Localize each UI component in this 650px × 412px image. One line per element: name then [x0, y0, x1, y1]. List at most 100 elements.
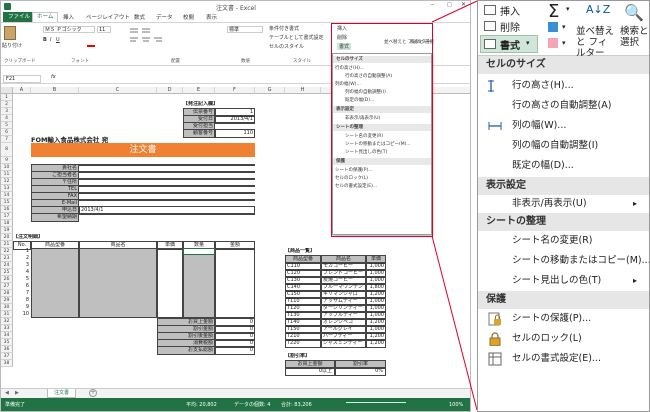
table-format-button[interactable]: テーブルとして書式設定 [269, 34, 324, 41]
tab-formulas[interactable]: 数式 [134, 13, 145, 21]
autosum-dropdown-icon[interactable]: ▾ [566, 5, 570, 13]
delete-cells-icon[interactable] [484, 21, 496, 31]
tab-page-layout[interactable]: ページレイアウト [86, 13, 130, 21]
row-header[interactable]: 30 [1, 304, 13, 311]
row-header[interactable]: 3 [1, 108, 13, 115]
active-cell[interactable] [183, 248, 215, 255]
row-header[interactable]: 28 [1, 290, 13, 297]
bold-button[interactable]: B [43, 37, 47, 43]
font-color-icon[interactable] [87, 45, 95, 47]
row-header[interactable]: 2 [1, 101, 13, 108]
name-box[interactable]: F21 [3, 75, 41, 83]
row-header[interactable]: 6 [1, 129, 13, 136]
font-name-select[interactable]: ＭＳ Ｐゴシック [43, 26, 95, 33]
row-header[interactable]: 38 [1, 360, 13, 367]
tab-home[interactable]: ホーム [32, 12, 59, 22]
col-header[interactable]: B [31, 87, 79, 94]
align-icons[interactable] [130, 27, 166, 43]
mini-format-button[interactable]: 書式 [337, 43, 352, 50]
menu-column-width[interactable]: 列の幅(W)... [478, 116, 649, 136]
row-header[interactable]: 29 [1, 297, 13, 304]
col-header[interactable]: C [79, 87, 157, 94]
tab-view[interactable]: 表示 [206, 13, 217, 21]
paste-icon[interactable] [4, 26, 16, 40]
col-header[interactable]: A [13, 87, 31, 94]
row-header[interactable]: 10 [1, 164, 13, 171]
menu-move-copy-sheet[interactable]: シートの移動またはコピー(M)... [478, 251, 649, 271]
row-header[interactable]: 1 [1, 94, 13, 101]
menu-row-height[interactable]: 行の高さ(H)... [478, 76, 649, 96]
col-header[interactable]: F [215, 87, 255, 94]
row-header[interactable]: 35 [1, 339, 13, 346]
order-info-value[interactable]: 110 [215, 129, 255, 138]
row-header[interactable]: 17 [1, 213, 13, 220]
zoom-slider[interactable] [346, 402, 406, 403]
order-info-value[interactable] [215, 122, 255, 124]
menu-rename-sheet[interactable]: シート名の変更(R) [478, 231, 649, 251]
menu-protect-sheet[interactable]: シートの保護(P)... [478, 309, 649, 329]
row-header[interactable]: 14 [1, 192, 13, 199]
customer-value[interactable] [79, 185, 255, 187]
detail-body[interactable] [13, 248, 255, 318]
row-header[interactable]: 13 [1, 185, 13, 192]
col-header[interactable]: D [157, 87, 183, 94]
clear-dropdown-icon[interactable]: ▾ [562, 39, 566, 47]
row-header[interactable]: 33 [1, 325, 13, 332]
row-header[interactable]: 31 [1, 311, 13, 318]
autosum-icon[interactable]: Σ [548, 1, 559, 22]
tab-file[interactable]: ファイル [3, 12, 36, 22]
menu-column-autofit[interactable]: 列の幅の自動調整(I) [478, 136, 649, 156]
insert-button[interactable]: 挿入 [500, 3, 520, 18]
customer-value[interactable] [79, 178, 255, 180]
row-header[interactable]: 4 [1, 115, 13, 122]
menu-tab-color[interactable]: シート見出しの色(T) ▸ [478, 271, 649, 291]
row-header[interactable]: 27 [1, 283, 13, 290]
customer-value[interactable] [79, 192, 255, 194]
customer-value[interactable] [79, 171, 255, 173]
row-header[interactable]: 26 [1, 276, 13, 283]
col-header[interactable]: G [255, 87, 285, 94]
row-header[interactable]: 7 [1, 136, 13, 143]
menu-lock-cell[interactable]: セルのロック(L) [478, 329, 649, 349]
number-format-select[interactable]: 標準 [227, 26, 263, 33]
delete-button[interactable]: 削除 [500, 19, 520, 34]
customer-value[interactable] [79, 213, 255, 215]
row-header[interactable]: 16 [1, 206, 13, 213]
col-header[interactable]: E [183, 87, 215, 94]
row-header[interactable]: 22 [1, 248, 13, 255]
row-header[interactable]: 19 [1, 227, 13, 234]
menu-hide-unhide[interactable]: 非表示/再表示(U) ▸ [478, 194, 649, 214]
row-header[interactable]: 37 [1, 353, 13, 360]
find-select-button[interactable]: 検索と 選択 [620, 26, 649, 48]
scroll-left-icon[interactable]: ◀ [5, 390, 9, 396]
insert-cells-icon[interactable] [484, 5, 496, 15]
tab-data[interactable]: データ [156, 13, 173, 21]
conditional-format-button[interactable]: 条件付き書式 [269, 25, 299, 32]
tab-review[interactable]: 校閲 [183, 13, 194, 21]
row-header[interactable]: 8 [1, 143, 13, 157]
binoculars-icon[interactable]: 🔍 [624, 3, 644, 22]
row-header[interactable]: 12 [1, 178, 13, 185]
customer-value[interactable] [79, 199, 255, 201]
fill-dropdown-icon[interactable]: ▾ [562, 23, 566, 31]
customer-value[interactable] [79, 164, 255, 166]
row-header[interactable]: 5 [1, 122, 13, 129]
row-header[interactable]: 25 [1, 269, 13, 276]
select-all-corner[interactable] [1, 87, 13, 94]
add-sheet-icon[interactable]: + [89, 389, 97, 397]
row-header[interactable]: 18 [1, 220, 13, 227]
row-header[interactable]: 34 [1, 332, 13, 339]
sheet-tab-order[interactable]: 注文書 [47, 389, 77, 398]
row-header[interactable]: 24 [1, 262, 13, 269]
row-header[interactable]: 36 [1, 346, 13, 353]
row-header[interactable]: 11 [1, 171, 13, 178]
cell-style-button[interactable]: セルのスタイル [269, 43, 304, 50]
clear-icon[interactable] [548, 38, 558, 48]
sort-filter-icon[interactable]: A↓Z [586, 3, 610, 16]
menu-row-autofit[interactable]: 行の高さの自動調整(A) [478, 96, 649, 116]
mini-delete-button[interactable]: 削除 [337, 34, 347, 41]
font-size-select[interactable]: 11 [97, 26, 111, 33]
row-header[interactable]: 20 [1, 234, 13, 241]
tab-insert[interactable]: 挿入 [63, 13, 74, 21]
fill-icon[interactable] [548, 22, 558, 32]
